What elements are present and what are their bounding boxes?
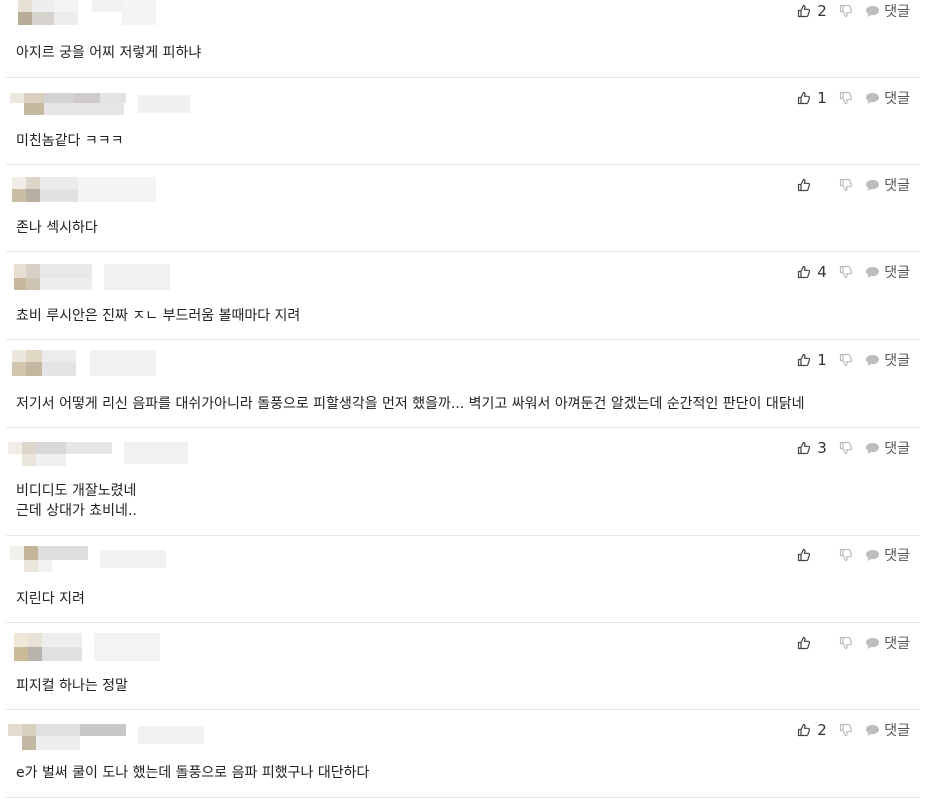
comment-text: 저기서 어떻게 리신 음파를 대쉬가아니라 돌풍으로 피할생각을 먼저 했을까.…: [16, 396, 805, 412]
reply-label: 댓글: [884, 636, 910, 652]
reply-button[interactable]: 댓글: [865, 438, 910, 458]
speech-bubble-icon: [865, 549, 880, 562]
thumbs-down-icon: [839, 636, 853, 650]
comment-actions: 댓글: [797, 175, 910, 195]
thumbs-down-icon: [839, 265, 853, 279]
reply-label: 댓글: [884, 353, 910, 369]
thumbs-up-icon: [797, 353, 811, 367]
speech-bubble-icon: [865, 92, 880, 105]
comment-actions: 1 댓글: [797, 88, 910, 108]
speech-bubble-icon: [865, 724, 880, 737]
dislike-button[interactable]: [839, 265, 853, 279]
comment-actions: 1 댓글: [797, 350, 910, 370]
comment-item: 2 댓글 아지르 궁을 어찌 저렇게 피하냐: [6, 0, 920, 78]
comment-text: e가 벌써 쿨이 도나 했는데 돌풍으로 음파 피했구나 대단하다: [16, 765, 370, 781]
thumbs-down-icon: [839, 178, 853, 192]
comment-item: 댓글 존나 섹시하다: [6, 165, 920, 252]
comment-item: 댓글 피지컬 하나는 정말: [6, 623, 920, 710]
thumbs-down-icon: [839, 548, 853, 562]
reply-label: 댓글: [884, 178, 910, 194]
comment-item: 1 댓글 저기서 어떻게 리신 음파를 대쉬가아니라 돌풍으로 피할생각을 먼저…: [6, 340, 920, 428]
thumbs-up-icon: [797, 636, 811, 650]
speech-bubble-icon: [865, 442, 880, 455]
dislike-button[interactable]: [839, 548, 853, 562]
comment-text: 쵸비 루시안은 진짜 ㅈㄴ 부드러움 볼때마다 지려: [16, 308, 301, 324]
thumbs-up-icon: [797, 265, 811, 279]
thumbs-up-icon: [797, 4, 811, 18]
comment-text: 미친놈같다 ㅋㅋㅋ: [16, 133, 124, 149]
like-button[interactable]: 1: [797, 351, 827, 369]
like-count: 1: [817, 89, 827, 107]
speech-bubble-icon: [865, 637, 880, 650]
reply-label: 댓글: [884, 91, 910, 107]
reply-label: 댓글: [884, 548, 910, 564]
thumbs-down-icon: [839, 723, 853, 737]
reply-label: 댓글: [884, 723, 910, 739]
comment-actions: 4 댓글: [797, 262, 910, 282]
like-button[interactable]: 1: [797, 89, 827, 107]
speech-bubble-icon: [865, 266, 880, 279]
thumbs-down-icon: [839, 353, 853, 367]
reply-label: 댓글: [884, 441, 910, 457]
speech-bubble-icon: [865, 179, 880, 192]
like-button[interactable]: 4: [797, 263, 827, 281]
comment-actions: 2 댓글: [797, 720, 910, 740]
comment-actions: 2 댓글: [797, 1, 910, 21]
dislike-button[interactable]: [839, 636, 853, 650]
thumbs-up-icon: [797, 91, 811, 105]
reply-label: 댓글: [884, 265, 910, 281]
comment-text: 피지컬 하나는 정말: [16, 678, 128, 694]
dislike-button[interactable]: [839, 91, 853, 105]
comment-actions: 댓글: [797, 545, 910, 565]
like-button[interactable]: [797, 548, 827, 562]
dislike-button[interactable]: [839, 441, 853, 455]
reply-button[interactable]: 댓글: [865, 262, 910, 282]
comment-item: 3 댓글 비디디도 개잘노렸네 근데 상대가 쵸비네..: [6, 428, 920, 536]
like-button[interactable]: 3: [797, 439, 827, 457]
speech-bubble-icon: [865, 354, 880, 367]
reply-button[interactable]: 댓글: [865, 88, 910, 108]
like-count: 2: [817, 2, 827, 20]
comment-item: 4 댓글 쵸비 루시안은 진짜 ㅈㄴ 부드러움 볼때마다 지려: [6, 252, 920, 340]
like-count: 3: [817, 439, 827, 457]
like-count: 1: [817, 351, 827, 369]
comment-text: 아지르 궁을 어찌 저렇게 피하냐: [16, 45, 202, 61]
comment-item: 2 댓글 e가 벌써 쿨이 도나 했는데 돌풍으로 음파 피했구나 대단하다: [6, 710, 920, 798]
like-button[interactable]: [797, 178, 827, 192]
thumbs-down-icon: [839, 91, 853, 105]
like-button[interactable]: 2: [797, 2, 827, 20]
comment-item: 댓글 지린다 지려: [6, 536, 920, 623]
dislike-button[interactable]: [839, 353, 853, 367]
speech-bubble-icon: [865, 5, 880, 18]
reply-button[interactable]: 댓글: [865, 545, 910, 565]
comment-actions: 3 댓글: [797, 438, 910, 458]
like-button[interactable]: [797, 636, 827, 650]
reply-button[interactable]: 댓글: [865, 175, 910, 195]
dislike-button[interactable]: [839, 4, 853, 18]
thumbs-up-icon: [797, 723, 811, 737]
comment-actions: 댓글: [797, 633, 910, 653]
comment-text: 지린다 지려: [16, 591, 85, 607]
thumbs-up-icon: [797, 441, 811, 455]
like-button[interactable]: 2: [797, 721, 827, 739]
reply-button[interactable]: 댓글: [865, 1, 910, 21]
dislike-button[interactable]: [839, 723, 853, 737]
thumbs-up-icon: [797, 178, 811, 192]
like-count: 2: [817, 721, 827, 739]
reply-button[interactable]: 댓글: [865, 350, 910, 370]
thumbs-down-icon: [839, 441, 853, 455]
thumbs-up-icon: [797, 548, 811, 562]
comment-text: 비디디도 개잘노렸네 근데 상대가 쵸비네..: [16, 483, 137, 519]
comment-item: 1 댓글 미친놈같다 ㅋㅋㅋ: [6, 78, 920, 165]
reply-button[interactable]: 댓글: [865, 633, 910, 653]
like-count: 4: [817, 263, 827, 281]
thumbs-down-icon: [839, 4, 853, 18]
reply-label: 댓글: [884, 4, 910, 20]
reply-button[interactable]: 댓글: [865, 720, 910, 740]
dislike-button[interactable]: [839, 178, 853, 192]
comment-text: 존나 섹시하다: [16, 220, 98, 236]
